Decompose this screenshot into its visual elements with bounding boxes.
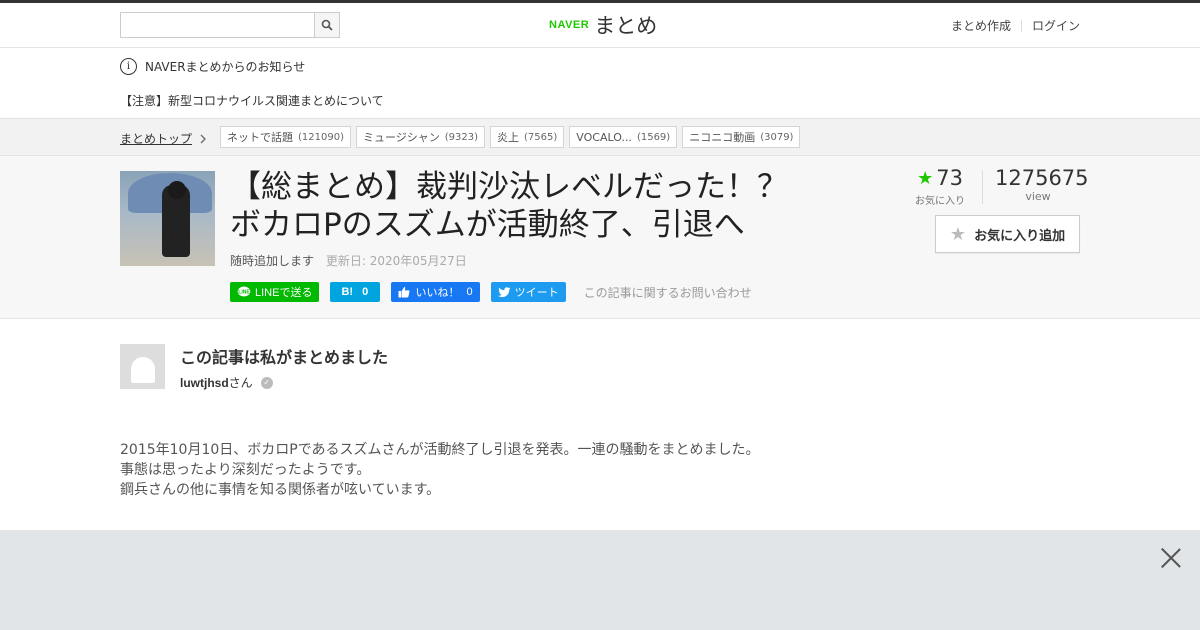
breadcrumb-top-link[interactable]: まとめトップ	[120, 130, 207, 147]
thumbnail-head	[168, 181, 186, 199]
article-meta: 随時追加します 更新日: 2020年05月27日	[230, 252, 467, 269]
facebook-like-button[interactable]: いいね！ 0	[391, 282, 480, 302]
article-title: 【総まとめ】裁判沙汰レベルだった！？ ボカロPのスズムが活動終了、引退へ	[230, 168, 870, 244]
article-title-line1: 【総まとめ】裁判沙汰レベルだった！？	[230, 169, 788, 205]
search-input[interactable]	[120, 12, 315, 38]
check-icon: ✓	[260, 376, 273, 389]
author-username: luwtjhsd	[180, 375, 229, 390]
chevron-right-icon	[200, 134, 206, 143]
tag-label: VOCALO...	[576, 130, 632, 144]
star-outline-icon: ★	[949, 223, 967, 245]
views-label: view	[1025, 190, 1051, 203]
line-icon: LINE	[237, 286, 250, 297]
tag-label: 炎上	[497, 131, 520, 144]
article-thumbnail	[120, 171, 215, 266]
description-line: 2015年10月10日、ボカロPであるスズムさんが活動終了し引退を発表。一連の騒…	[120, 442, 760, 458]
search-button[interactable]	[314, 12, 340, 38]
notice-title: NAVERまとめからのお知らせ	[145, 60, 306, 74]
article-header: 【総まとめ】裁判沙汰レベルだった！？ ボカロPのスズムが活動終了、引退へ 随時追…	[0, 156, 1200, 319]
tweet-label: ツイート	[514, 287, 559, 299]
tag-count: (121090)	[298, 131, 344, 143]
header-links: まとめ作成 ログイン	[951, 17, 1080, 34]
description-line: 事態は思ったより深刻だったようです。	[120, 462, 371, 478]
login-link[interactable]: ログイン	[1032, 17, 1080, 34]
tag-net-topic[interactable]: ネットで話題 (121090)	[220, 126, 351, 148]
notice-header[interactable]: i NAVERまとめからのお知らせ	[120, 58, 305, 75]
article-title-line2: ボカロPのスズムが活動終了、引退へ	[230, 207, 745, 243]
tag-label: ニコニコ動画	[689, 131, 756, 144]
tweet-button[interactable]: ツイート	[490, 282, 566, 302]
add-favorite-button[interactable]: ★ お気に入り追加	[935, 215, 1080, 253]
thumbs-up-icon	[398, 286, 410, 298]
share-bar: LINE LINEで送る B! 0 いいね！ 0 ツイート この記事に関するお問…	[230, 282, 752, 302]
views-count: 1275675	[995, 166, 1089, 190]
logo-brand: NAVER	[549, 19, 590, 31]
line-share-button[interactable]: LINE LINEで送る	[230, 282, 320, 302]
contact-link[interactable]: この記事に関するお問い合わせ	[584, 284, 752, 301]
site-header: NAVER まとめ まとめ作成 ログイン	[0, 3, 1200, 48]
svg-text:LINE: LINE	[238, 290, 250, 296]
category-tags: ネットで話題 (121090) ミュージシャン (9323) 炎上 (7565) VO…	[220, 126, 805, 148]
site-logo[interactable]: NAVER まとめ	[549, 11, 657, 39]
header-divider	[1020, 19, 1022, 32]
tag-niconico[interactable]: ニコニコ動画 (3079)	[682, 126, 801, 148]
notice-item-link[interactable]: 【注意】新型コロナウイルス関連まとめについて	[120, 92, 384, 109]
bottom-ad-overlay	[0, 530, 1200, 630]
tag-musician[interactable]: ミュージシャン (9323)	[355, 126, 486, 148]
description-line: 鋼兵さんの他に事情を知る関係者が呟いています。	[120, 482, 441, 498]
default-avatar-icon	[130, 357, 155, 383]
hatena-bookmark-button[interactable]: B! 0	[330, 282, 381, 302]
breadcrumb-top-label: まとめトップ	[120, 132, 193, 146]
logo-name: まとめ	[594, 14, 658, 38]
tag-label: ネットで話題	[227, 131, 293, 144]
article-updated-date: 更新日: 2020年05月27日	[325, 254, 467, 268]
breadcrumb: まとめトップ ネットで話題 (121090) ミュージシャン (9323) 炎上 (7…	[0, 118, 1200, 156]
favorites-label: お気に入り	[915, 196, 965, 207]
favorites-stat: ★ 73 お気に入り	[905, 166, 975, 207]
tag-enjo[interactable]: 炎上 (7565)	[490, 126, 565, 148]
tag-label: ミュージシャン	[362, 131, 440, 144]
create-matome-link[interactable]: まとめ作成	[951, 17, 1011, 34]
stat-divider	[982, 170, 983, 204]
star-icon: ★	[917, 167, 934, 189]
tag-count: (1569)	[636, 131, 671, 143]
hatena-icon: B!	[341, 286, 354, 298]
views-stat: 1275675 view	[995, 166, 1089, 203]
hatena-count: 0	[362, 286, 369, 298]
author-name-link[interactable]: luwtjhsd さん ✓	[180, 374, 273, 391]
info-icon: i	[120, 58, 137, 75]
article-status: 随時追加します	[230, 254, 315, 268]
close-icon[interactable]	[1160, 547, 1182, 569]
tag-count: (9323)	[444, 131, 479, 143]
facebook-like-label: いいね！	[415, 287, 460, 299]
add-favorite-label: お気に入り追加	[974, 228, 1066, 244]
facebook-like-count: 0	[466, 286, 473, 298]
author-avatar[interactable]	[120, 344, 165, 389]
author-heading: この記事は私がまとめました	[180, 348, 389, 367]
tag-count: (3079)	[760, 131, 794, 143]
tag-count: (7565)	[524, 131, 558, 143]
author-suffix: さん	[228, 376, 253, 390]
twitter-bird-icon	[497, 286, 511, 297]
line-share-label: LINEで送る	[255, 287, 313, 299]
search-icon	[321, 19, 333, 31]
article-description: 2015年10月10日、ボカロPであるスズムさんが活動終了し引退を発表。一連の騒…	[120, 440, 760, 500]
favorites-count: 73	[936, 166, 963, 190]
tag-vocaloid[interactable]: VOCALO... (1569)	[569, 126, 678, 148]
